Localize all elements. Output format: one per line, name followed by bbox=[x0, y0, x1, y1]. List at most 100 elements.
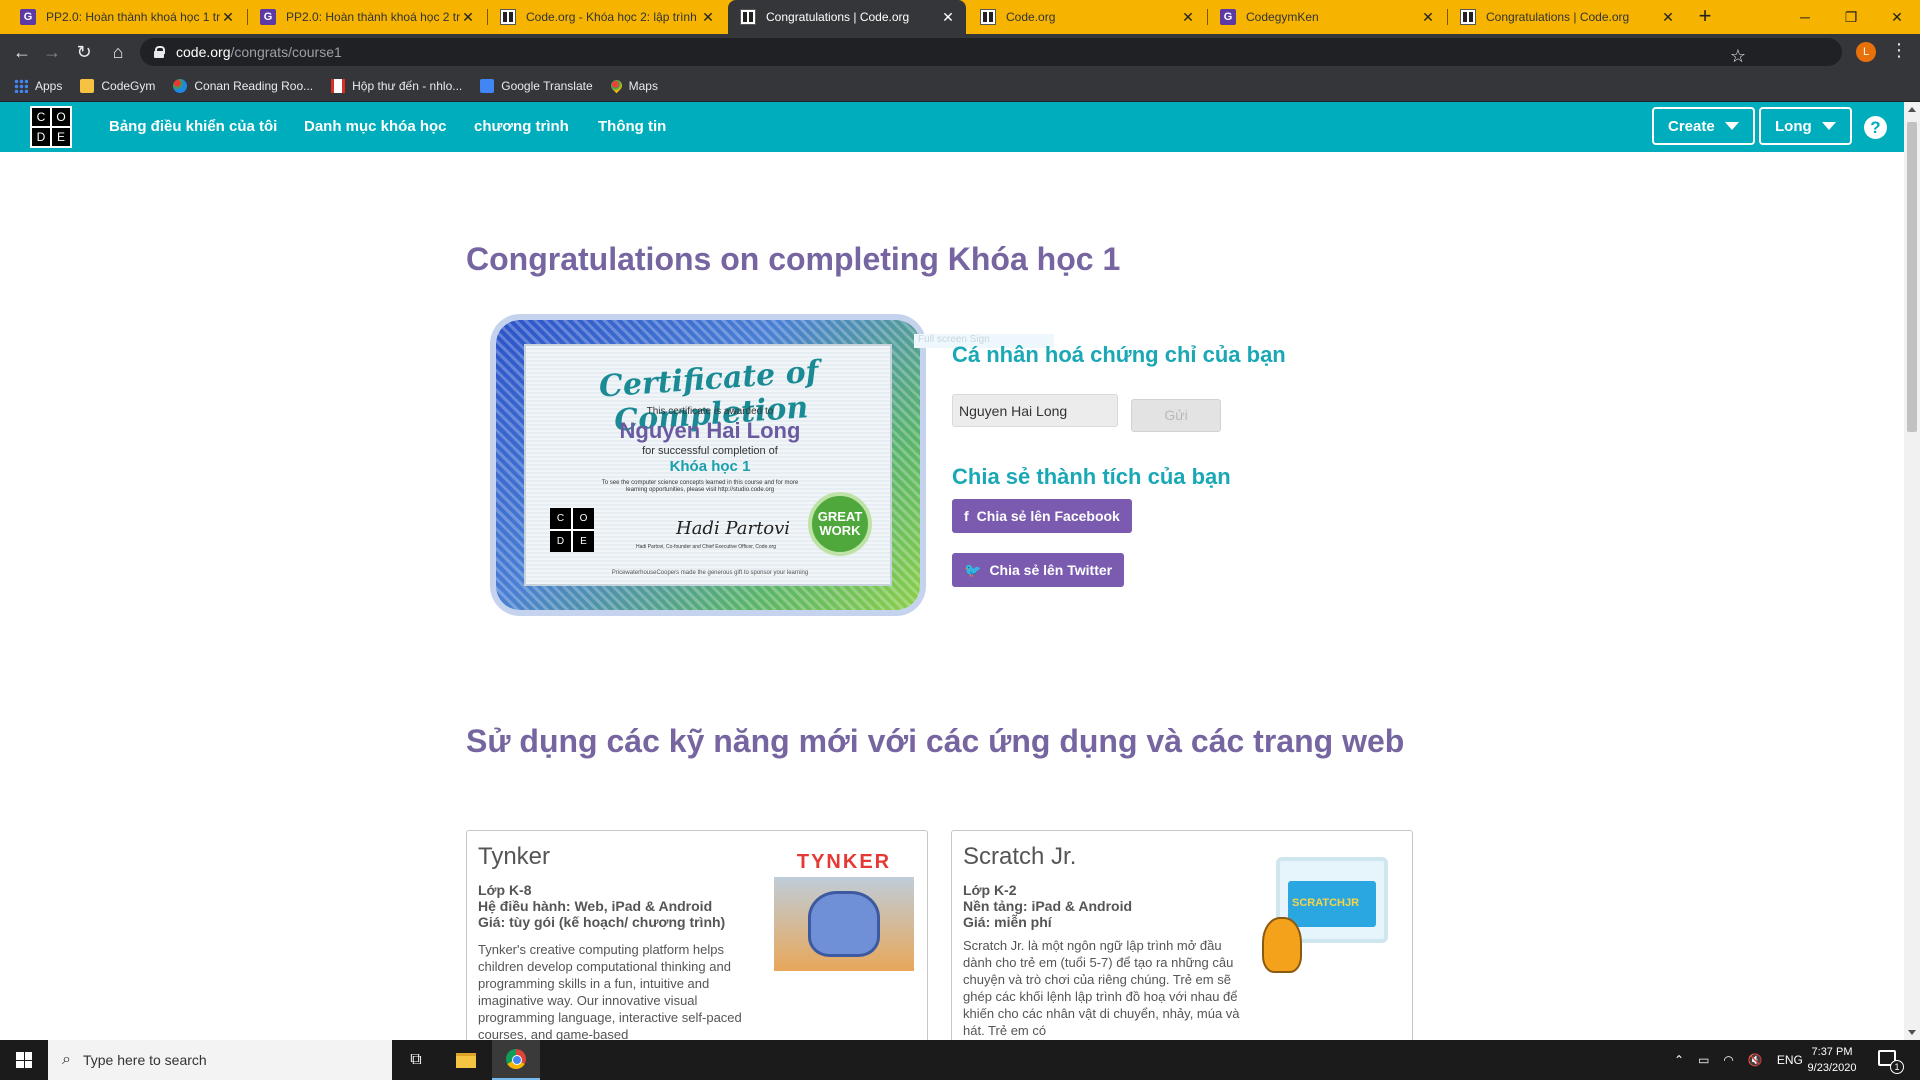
restore-icon[interactable]: ❐ bbox=[1828, 0, 1874, 34]
bookmark-codegym[interactable]: CodeGym bbox=[80, 78, 155, 93]
close-icon[interactable]: ✕ bbox=[940, 9, 956, 26]
bookmark-star-icon[interactable]: ☆ bbox=[1730, 46, 1746, 67]
tynker-monster-icon bbox=[808, 891, 880, 957]
url-host: code.org bbox=[176, 44, 231, 60]
windows-start-icon[interactable] bbox=[16, 1052, 32, 1068]
apps-grid-icon bbox=[14, 78, 28, 93]
certificate-image: Certificate of Completion This certifica… bbox=[496, 320, 920, 610]
tynker-image[interactable]: TYNKER bbox=[774, 851, 914, 971]
certificate-course: Khóa học 1 bbox=[669, 458, 751, 475]
certificate-signer: Hadi Partovi, Co-founder and Chief Execu… bbox=[636, 544, 776, 550]
tab-title: CodegymKen bbox=[1246, 10, 1319, 24]
task-view-icon[interactable]: ⧉ bbox=[392, 1040, 440, 1080]
card-price: Giá: miễn phí bbox=[963, 914, 1052, 930]
codegym-icon: G bbox=[20, 9, 36, 25]
window-close-icon[interactable]: ✕ bbox=[1874, 0, 1920, 34]
scratch-cat-icon bbox=[1262, 917, 1302, 973]
tab-title: Code.org - Khóa học 2: lập trình bbox=[526, 10, 697, 24]
back-arrow-icon[interactable]: ← bbox=[10, 40, 34, 64]
create-label: Create bbox=[1668, 117, 1715, 135]
share-twitter-label: Chia sẻ lên Twitter bbox=[989, 562, 1113, 578]
scratchjr-image[interactable]: SCRATCHJR bbox=[1262, 857, 1392, 973]
conan-icon bbox=[173, 78, 188, 93]
bookmark-apps[interactable]: Apps bbox=[14, 78, 63, 93]
forward-arrow-icon[interactable]: → bbox=[40, 40, 64, 64]
create-dropdown-button[interactable]: Create bbox=[1652, 107, 1755, 145]
nav-about[interactable]: Thông tin bbox=[598, 118, 666, 135]
share-facebook-button[interactable]: f Chia sẻ lên Facebook bbox=[952, 499, 1132, 533]
chrome-icon[interactable] bbox=[492, 1040, 540, 1080]
submit-button[interactable]: Gửi bbox=[1131, 399, 1221, 432]
language-indicator[interactable]: ENG bbox=[1777, 1053, 1803, 1067]
share-heading: Chia sẻ thành tích của bạn bbox=[952, 464, 1231, 489]
reload-icon[interactable]: ↻ bbox=[72, 40, 96, 64]
logo-letter: D bbox=[32, 128, 50, 146]
code-org-logo[interactable]: C O D E bbox=[30, 106, 72, 148]
card-grade: Lớp K-8 bbox=[478, 882, 532, 898]
new-tab-button[interactable]: + bbox=[1692, 4, 1718, 30]
certificate-name-input[interactable] bbox=[952, 394, 1118, 427]
close-icon[interactable]: ✕ bbox=[1180, 9, 1196, 26]
windows-taskbar: ⌕ Type here to search ⧉ ⌃ ▭ ◠ 🔇 ENG 7:37… bbox=[0, 1040, 1920, 1080]
site-header: C O D E Bảng điều khiển của tôi Danh mục… bbox=[0, 102, 1904, 152]
close-icon[interactable]: ✕ bbox=[700, 9, 716, 26]
tray-icons: ⌃ ▭ ◠ 🔇 ENG bbox=[1674, 1040, 1803, 1080]
user-dropdown-button[interactable]: Long bbox=[1759, 107, 1852, 145]
certificate-name: Nguyen Hai Long bbox=[619, 418, 801, 443]
codegym-icon: G bbox=[260, 9, 276, 25]
close-icon[interactable]: ✕ bbox=[220, 9, 236, 26]
bookmark-label: Apps bbox=[35, 78, 63, 93]
scroll-down-arrow-icon[interactable] bbox=[1908, 1030, 1916, 1035]
share-twitter-button[interactable]: 🐦 Chia sẻ lên Twitter bbox=[952, 553, 1125, 587]
close-icon[interactable]: ✕ bbox=[1420, 9, 1436, 26]
share-facebook-label: Chia sẻ lên Facebook bbox=[976, 508, 1120, 524]
battery-icon[interactable]: ▭ bbox=[1698, 1053, 1709, 1067]
scroll-up-arrow-icon[interactable] bbox=[1908, 107, 1916, 112]
bookmark-gmail[interactable]: Hộp thư đến - nhlo... bbox=[331, 78, 462, 93]
browser-toolbar: ← → ↻ ⌂ code.org/congrats/course1 ☆ L ⋮ bbox=[0, 34, 1920, 70]
taskbar-search-box[interactable]: ⌕ Type here to search bbox=[48, 1040, 392, 1080]
volume-muted-icon[interactable]: 🔇 bbox=[1748, 1053, 1763, 1067]
chevron-up-icon[interactable]: ⌃ bbox=[1674, 1053, 1684, 1067]
browser-tab-active[interactable]: Congratulations | Code.org ✕ bbox=[728, 0, 966, 34]
help-icon[interactable]: ? bbox=[1864, 116, 1887, 139]
nav-programs[interactable]: chương trình bbox=[474, 118, 569, 135]
browser-tab[interactable]: G PP2.0: Hoàn thành khoá học 2 trê ✕ bbox=[248, 0, 486, 34]
certificate-completion-line: for successful completion of bbox=[642, 445, 778, 457]
gmail-icon bbox=[331, 78, 346, 93]
bookmark-maps[interactable]: Maps bbox=[608, 77, 658, 94]
wifi-icon[interactable]: ◠ bbox=[1723, 1053, 1733, 1067]
scrollbar-thumb[interactable] bbox=[1907, 122, 1917, 432]
scratchjr-logo: SCRATCHJR bbox=[1292, 897, 1360, 909]
clock-date: 9/23/2020 bbox=[1807, 1062, 1857, 1074]
personalize-heading: Cá nhân hoá chứng chỉ của bạn bbox=[952, 342, 1286, 367]
logo-letter: E bbox=[573, 531, 594, 552]
menu-kebab-icon[interactable]: ⋮ bbox=[1890, 40, 1908, 61]
app-card-scratchjr[interactable]: Scratch Jr. Lớp K-2 Nền tảng: iPad & And… bbox=[951, 830, 1413, 1040]
minimize-icon[interactable]: ─ bbox=[1782, 0, 1828, 34]
card-platform: Nền tảng: iPad & Android bbox=[963, 898, 1133, 914]
file-explorer-icon[interactable] bbox=[442, 1040, 490, 1080]
facebook-icon: f bbox=[964, 508, 969, 524]
browser-tab[interactable]: Congratulations | Code.org ✕ bbox=[1448, 0, 1686, 34]
bookmark-conan[interactable]: Conan Reading Roo... bbox=[173, 78, 313, 93]
logo-letter: C bbox=[550, 508, 571, 529]
nav-course-catalog[interactable]: Danh mục khóa học bbox=[304, 118, 447, 135]
close-icon[interactable]: ✕ bbox=[460, 9, 476, 26]
home-icon[interactable]: ⌂ bbox=[106, 40, 130, 64]
browser-tab[interactable]: G PP2.0: Hoàn thành khoá học 1 trê ✕ bbox=[8, 0, 246, 34]
browser-tab[interactable]: Code.org ✕ bbox=[968, 0, 1206, 34]
close-icon[interactable]: ✕ bbox=[1660, 9, 1676, 26]
congrats-heading: Congratulations on completing Khóa học 1 bbox=[466, 241, 1121, 277]
taskbar-clock[interactable]: 7:37 PM 9/23/2020 bbox=[1800, 1044, 1864, 1076]
app-card-tynker[interactable]: Tynker Lớp K-8 Hệ điều hành: Web, iPad &… bbox=[466, 830, 928, 1040]
nav-dashboard[interactable]: Bảng điều khiển của tôi bbox=[109, 118, 277, 135]
page-scrollbar[interactable] bbox=[1904, 102, 1920, 1040]
bookmark-google-translate[interactable]: Google Translate bbox=[480, 78, 593, 93]
tab-title: Congratulations | Code.org bbox=[766, 10, 910, 24]
card-meta: Lớp K-8 Hệ điều hành: Web, iPad & Androi… bbox=[478, 882, 725, 930]
browser-tab[interactable]: Code.org - Khóa học 2: lập trình ✕ bbox=[488, 0, 726, 34]
profile-avatar[interactable]: L bbox=[1856, 42, 1876, 62]
address-bar[interactable]: code.org/congrats/course1 ☆ bbox=[140, 38, 1842, 66]
browser-tab[interactable]: G CodegymKen ✕ bbox=[1208, 0, 1446, 34]
